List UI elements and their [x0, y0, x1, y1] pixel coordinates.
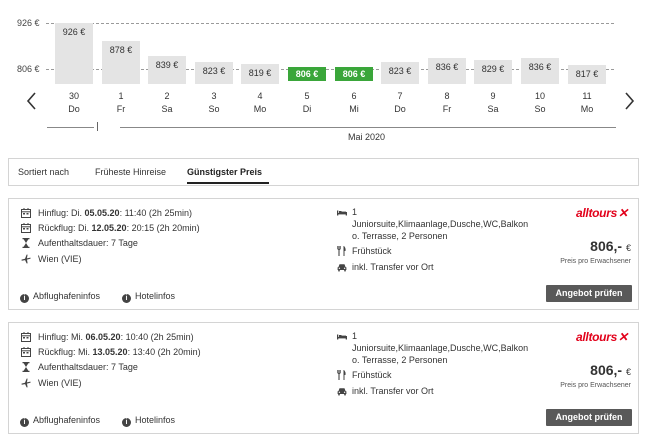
calendar-icon — [21, 208, 31, 218]
offer-card: Hinflug: Mi. 06.05.20: 10:40 (2h 25min) … — [8, 322, 639, 434]
info-icon: i — [20, 418, 29, 427]
info-icon: i — [122, 294, 131, 303]
price-label-8: 836 € — [435, 62, 459, 72]
offer-price: 806,- € — [590, 362, 631, 378]
price-label-10: 836 € — [528, 62, 552, 72]
y-axis-label-low: 806 € — [17, 64, 40, 74]
airport-info-link[interactable]: i Abflughafeninfos — [20, 291, 100, 303]
month-line-may — [120, 127, 616, 128]
outbound-flight: Hinflug: Mi. 06.05.20: 10:40 (2h 25min) — [38, 332, 194, 342]
date-label-9[interactable]: 9 Sa — [474, 90, 512, 116]
transfer-info: inkl. Transfer vor Ort — [352, 386, 434, 396]
reference-line-high — [46, 23, 614, 24]
tour-operator-logo: alltours✕ — [576, 330, 628, 344]
offer-price: 806,- € — [590, 238, 631, 254]
info-icon: i — [122, 418, 131, 427]
stay-duration: Aufenthaltsdauer: 7 Tage — [38, 362, 138, 372]
room-description-1: Juniorsuite,Klimaanlage,Dusche,WC,Balkon — [352, 219, 529, 229]
room-count: 1 — [352, 207, 358, 217]
calendar-icon — [21, 223, 31, 233]
room-description-1: Juniorsuite,Klimaanlage,Dusche,WC,Balkon — [352, 343, 529, 353]
stay-duration: Aufenthaltsdauer: 7 Tage — [38, 238, 138, 248]
room-count: 1 — [352, 331, 358, 341]
return-flight: Rückflug: Di. 12.05.20: 20:15 (2h 20min) — [38, 223, 200, 233]
price-label-9: 829 € — [481, 64, 505, 74]
price-label-3: 823 € — [202, 66, 226, 76]
price-label-4: 819 € — [248, 68, 272, 78]
month-line-april — [47, 127, 94, 128]
price-label-6: 806 € — [342, 69, 366, 79]
price-label-30: 926 € — [62, 27, 86, 37]
price-label-1: 878 € — [109, 45, 133, 55]
date-label-5[interactable]: 5 Di — [288, 90, 326, 116]
return-flight: Rückflug: Mi. 13.05.20: 13:40 (2h 20min) — [38, 347, 201, 357]
calendar-icon — [21, 332, 31, 342]
sort-bar: Sortiert nach Früheste Hinreise Günstigs… — [8, 158, 639, 186]
logo-cross-icon: ✕ — [617, 330, 628, 344]
price-label-5: 806 € — [295, 69, 319, 79]
room-description-2: o. Terrasse, 2 Personen — [352, 355, 448, 365]
check-offer-button[interactable]: Angebot prüfen — [546, 409, 632, 426]
logo-cross-icon: ✕ — [617, 206, 628, 220]
date-label-4[interactable]: 4 Mo — [241, 90, 279, 116]
airport-info-link[interactable]: i Abflughafeninfos — [20, 415, 100, 427]
calendar-icon — [21, 347, 31, 357]
board-type: Frühstück — [352, 246, 392, 256]
date-label-11[interactable]: 11 Mo — [568, 90, 606, 116]
car-icon — [337, 262, 347, 272]
hotel-info-link[interactable]: i Hotelinfos — [122, 415, 175, 427]
bed-icon — [337, 331, 347, 341]
departure-airport: Wien (VIE) — [38, 378, 82, 388]
date-label-3[interactable]: 3 So — [195, 90, 233, 116]
month-label: Mai 2020 — [348, 132, 386, 142]
check-offer-button[interactable]: Angebot prüfen — [546, 285, 632, 302]
chevron-right-icon — [625, 92, 635, 110]
sort-label: Sortiert nach — [18, 167, 70, 177]
offer-card: Hinflug: Di. 05.05.20: 11:40 (2h 25min) … — [8, 198, 639, 310]
cutlery-icon — [337, 370, 347, 380]
hotel-info-link[interactable]: i Hotelinfos — [122, 291, 175, 303]
price-label-7: 823 € — [388, 66, 412, 76]
departure-airport: Wien (VIE) — [38, 254, 82, 264]
price-calendar-chart: 926 € 806 € 926 € 30 Do 878 € 1 Fr 839 € 2 Sa 823… — [0, 0, 647, 150]
chevron-left-icon — [26, 92, 36, 110]
hourglass-icon — [21, 362, 31, 372]
date-label-2[interactable]: 2 Sa — [148, 90, 186, 116]
price-note: Preis pro Erwachsener — [560, 258, 631, 265]
next-dates-button[interactable] — [620, 88, 638, 114]
date-label-30[interactable]: 30 Do — [55, 90, 93, 116]
sort-option-cheapest[interactable]: Günstigster Preis — [187, 167, 262, 177]
y-axis-label-high: 926 € — [17, 18, 40, 28]
airplane-icon — [21, 254, 31, 264]
outbound-flight: Hinflug: Di. 05.05.20: 11:40 (2h 25min) — [38, 208, 192, 218]
price-note: Preis pro Erwachsener — [560, 382, 631, 389]
airplane-icon — [21, 378, 31, 388]
car-icon — [337, 386, 347, 396]
month-divider — [97, 122, 98, 131]
bed-icon — [337, 207, 347, 217]
previous-dates-button[interactable] — [23, 88, 41, 114]
room-description-2: o. Terrasse, 2 Personen — [352, 231, 448, 241]
transfer-info: inkl. Transfer vor Ort — [352, 262, 434, 272]
hourglass-icon — [21, 238, 31, 248]
active-sort-underline — [187, 182, 269, 184]
sort-option-earliest[interactable]: Früheste Hinreise — [95, 167, 166, 177]
price-label-11: 817 € — [575, 69, 599, 79]
tour-operator-logo: alltours✕ — [576, 206, 628, 220]
date-label-6[interactable]: 6 Mi — [335, 90, 373, 116]
cutlery-icon — [337, 246, 347, 256]
board-type: Frühstück — [352, 370, 392, 380]
date-label-1[interactable]: 1 Fr — [102, 90, 140, 116]
price-label-2: 839 € — [155, 60, 179, 70]
date-label-8[interactable]: 8 Fr — [428, 90, 466, 116]
date-label-10[interactable]: 10 So — [521, 90, 559, 116]
date-label-7[interactable]: 7 Do — [381, 90, 419, 116]
info-icon: i — [20, 294, 29, 303]
